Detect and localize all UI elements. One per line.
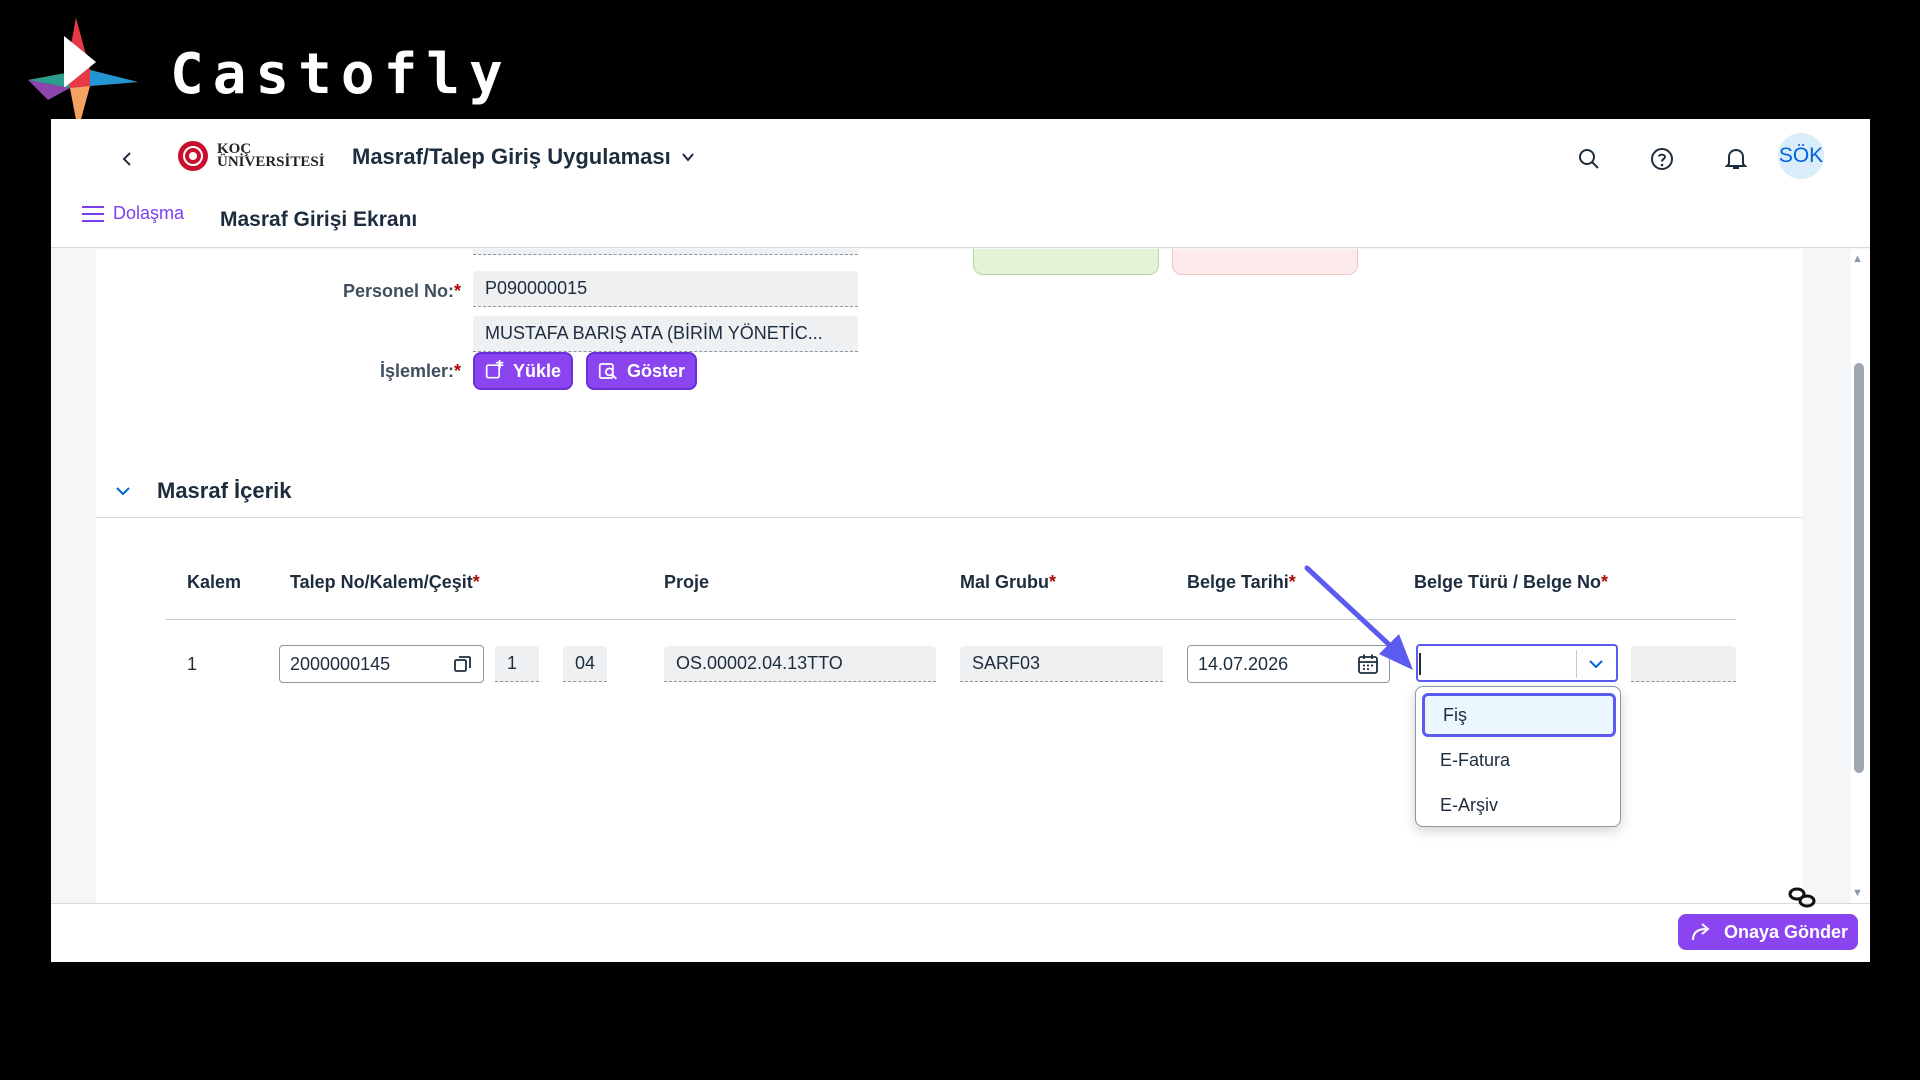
islemler-label: İşlemler:* xyxy=(251,361,461,382)
chevron-down-icon xyxy=(681,153,694,162)
mal-grubu-field[interactable]: SARF03 xyxy=(960,646,1163,682)
personel-no-label-text: Personel No: xyxy=(342,281,454,301)
notifications-button[interactable] xyxy=(1718,141,1754,177)
header-belge-tarihi: Belge Tarihi* xyxy=(1187,572,1296,593)
clear-button-partial[interactable] xyxy=(1172,249,1358,275)
search-icon xyxy=(1579,149,1599,169)
forward-arrow-icon xyxy=(1692,923,1710,941)
header-mal-grubu-text: Mal Grubu xyxy=(960,572,1049,592)
belge-no-field[interactable] xyxy=(1631,646,1736,682)
kalem-no-field[interactable]: 1 xyxy=(495,646,539,682)
upload-label: Yükle xyxy=(512,360,561,381)
show-button[interactable]: Göster xyxy=(586,352,697,390)
section-divider xyxy=(96,517,1802,518)
scrollbar-thumb[interactable] xyxy=(1854,363,1864,773)
header-belge-turu-text: Belge Türü / Belge No xyxy=(1414,572,1602,592)
belge-turu-combobox[interactable] xyxy=(1416,644,1618,682)
header-mal-grubu: Mal Grubu* xyxy=(960,572,1056,593)
required-mark: * xyxy=(453,361,461,381)
cesit-field[interactable]: 04 xyxy=(563,646,607,682)
add-button-partial[interactable] xyxy=(973,249,1159,275)
send-for-approval-label: Onaya Gönder xyxy=(1724,921,1849,942)
option-e-fatura[interactable]: E-Fatura xyxy=(1422,738,1616,782)
header-proje: Proje xyxy=(664,572,710,592)
belge-tarihi-value: 14.07.2026 xyxy=(1198,653,1289,674)
row-kalem: 1 xyxy=(187,654,198,674)
dropdown-toggle[interactable] xyxy=(1586,654,1606,679)
castofly-watermark: Castofly xyxy=(18,18,512,130)
scroll-down-arrow-icon[interactable]: ▼ xyxy=(1852,887,1863,899)
header-belge-tarihi-text: Belge Tarihi xyxy=(1187,572,1289,592)
back-button[interactable] xyxy=(111,143,143,175)
navigation-menu-button[interactable]: Dolaşma xyxy=(81,203,184,224)
chevron-down-icon xyxy=(116,487,130,496)
add-document-icon xyxy=(485,360,504,379)
table-header-divider xyxy=(166,619,1736,620)
islemler-label-text: İşlemler: xyxy=(379,361,454,381)
required-mark: * xyxy=(1601,572,1609,592)
bell-icon xyxy=(1725,148,1747,169)
hidden-field-top[interactable] xyxy=(473,249,858,255)
header-talep-no: Talep No/Kalem/Çeşit* xyxy=(290,572,480,593)
logo-text: KOÇ ÜNİVERSİTESİ xyxy=(217,142,325,170)
page-content: Personel No:* P090000015 MUSTAFA BARIŞ A… xyxy=(51,249,1851,903)
belge-turu-dropdown-list: Fiş E-Fatura E-Arşiv xyxy=(1415,686,1621,827)
app-window: KOÇ ÜNİVERSİTESİ Masraf/Talep Giriş Uygu… xyxy=(51,119,1870,962)
app-title-menu[interactable]: Masraf/Talep Giriş Uygulaması xyxy=(352,144,695,170)
logo-text-bottom: ÜNİVERSİTESİ xyxy=(217,154,325,170)
castofly-wordmark: Castofly xyxy=(170,41,512,107)
help-icon xyxy=(1651,148,1673,170)
castofly-logo-icon xyxy=(28,18,138,130)
koc-logo[interactable]: KOÇ ÜNİVERSİTESİ xyxy=(175,139,325,173)
value-help-icon[interactable] xyxy=(453,654,473,674)
user-avatar[interactable]: SÖK xyxy=(1778,133,1824,179)
app-title: Masraf/Talep Giriş Uygulaması xyxy=(352,144,671,169)
required-mark: * xyxy=(1049,572,1057,592)
koc-seal-icon xyxy=(178,141,208,171)
header-talep-no-text: Talep No/Kalem/Çeşit xyxy=(290,572,473,592)
scroll-up-arrow-icon[interactable]: ▲ xyxy=(1852,253,1863,265)
personel-name-field: MUSTAFA BARIŞ ATA (BİRİM YÖNETİC... xyxy=(473,316,858,352)
option-fis[interactable]: Fiş xyxy=(1422,693,1616,737)
option-e-arsiv[interactable]: E-Arşiv xyxy=(1422,783,1616,827)
help-button[interactable] xyxy=(1644,141,1680,177)
back-icon xyxy=(122,152,131,166)
drag-cursor-icon xyxy=(1788,887,1816,908)
chevron-down-icon xyxy=(1589,660,1603,669)
section-toggle[interactable] xyxy=(115,481,131,502)
required-mark: * xyxy=(472,572,480,592)
navigation-label: Dolaşma xyxy=(113,203,185,223)
required-mark: * xyxy=(453,281,461,301)
talep-no-input[interactable]: 2000000145 xyxy=(279,645,484,683)
annotation-arrow-icon xyxy=(1304,565,1413,670)
personel-no-label: Personel No:* xyxy=(251,281,461,302)
send-for-approval-button[interactable]: Onaya Gönder xyxy=(1678,914,1858,950)
proje-field[interactable]: OS.00002.04.13TTO xyxy=(664,646,936,682)
document-search-icon xyxy=(598,363,617,380)
section-title: Masraf İçerik xyxy=(157,478,292,503)
upload-button[interactable]: Yükle xyxy=(473,352,573,390)
search-button[interactable] xyxy=(1571,141,1607,177)
shell-bar: KOÇ ÜNİVERSİTESİ Masraf/Talep Giriş Uygu… xyxy=(51,119,1870,248)
personel-no-field[interactable]: P090000015 xyxy=(473,271,858,307)
show-label: Göster xyxy=(626,360,685,381)
header-belge-turu: Belge Türü / Belge No* xyxy=(1414,572,1608,593)
talep-no-value: 2000000145 xyxy=(290,653,391,674)
required-mark: * xyxy=(1288,572,1296,592)
combo-separator xyxy=(1576,650,1577,678)
footer-toolbar xyxy=(51,903,1870,962)
hamburger-menu-icon xyxy=(82,205,104,222)
page-title: Masraf Girişi Ekranı xyxy=(220,208,418,231)
header-kalem: Kalem xyxy=(187,572,242,592)
